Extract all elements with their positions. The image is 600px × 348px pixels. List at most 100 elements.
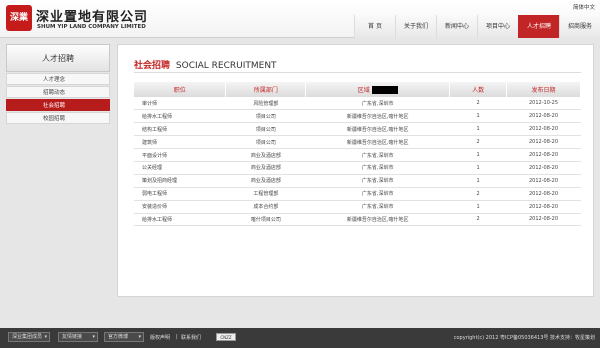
cell-count: 2 (449, 97, 507, 111)
cell-region: 广东省,深圳市 (305, 97, 450, 111)
cell-region: 新疆维吾尔自治区,喀什地区 (305, 213, 450, 227)
chevron-down-icon: ▾ (92, 334, 95, 340)
site-header: 深業 深业置地有限公司 SHUM YIP LAND COMPANY LIMITE… (0, 0, 600, 38)
chevron-down-icon: ▾ (44, 334, 47, 340)
col-header-region-label: 区域 (357, 86, 370, 94)
page-title-en: SOCIAL RECRUITMENT (175, 61, 277, 71)
site-footer: 深业集团成员 ▾ 友情链接 ▾ 官方微博 ▾ 版权声明 | 联系我们 CNZZ cop… (0, 328, 600, 348)
cell-dept: 商业及酒店部 (225, 174, 306, 188)
nav-careers[interactable]: 人才招聘 (518, 15, 559, 38)
sidebar-item-talent-philosophy[interactable]: 人才理念 (6, 73, 110, 85)
cell-date: 2012-08-20 (506, 213, 581, 227)
col-header-dept: 所属部门 (225, 82, 307, 97)
cell-count: 1 (449, 200, 507, 214)
nav-projects[interactable]: 项目中心 (477, 15, 518, 38)
cell-region: 新疆维吾尔自治区,喀什地区 (305, 135, 450, 150)
cell-date: 2012-08-20 (506, 122, 581, 137)
cell-count: 1 (449, 161, 507, 175)
cell-title[interactable]: 平面设计师 (134, 148, 226, 162)
table-row[interactable]: 结构工程师 项目公司 新疆维吾尔自治区,喀什地区 1 2012-08-20 (134, 122, 581, 137)
cell-count: 1 (449, 174, 507, 188)
table-row[interactable]: 弱电工程师 工程管理部 广东省,深圳市 2 2012-08-20 (134, 187, 581, 201)
cell-title[interactable]: 弱电工程师 (134, 187, 226, 201)
cell-dept: 工程管理部 (225, 187, 306, 201)
cell-date: 2012-08-20 (506, 148, 581, 162)
cell-date: 2012-08-20 (506, 187, 581, 201)
group-members-select[interactable]: 深业集团成员 ▾ (8, 332, 50, 342)
cell-count: 2 (449, 187, 507, 201)
table-row[interactable]: 公关经理 商业及酒店部 广东省,深圳市 1 2012-08-20 (134, 161, 581, 175)
table-row[interactable]: 给排水工程师 项目公司 新疆维吾尔自治区,喀什地区 1 2012-08-20 (134, 109, 581, 124)
official-weibo-select[interactable]: 官方微博 ▾ (104, 332, 144, 342)
table-row[interactable]: 策划及招商经理 商业及酒店部 广东省,深圳市 1 2012-08-20 (134, 174, 581, 188)
cell-dept: 项目公司 (225, 122, 306, 137)
cell-count: 1 (449, 109, 507, 124)
sidebar-item-social-recruitment[interactable]: 社会招聘 (6, 99, 110, 111)
nav-investment[interactable]: 招商服务 (559, 15, 600, 38)
table-row[interactable]: 建筑师 项目公司 新疆维吾尔自治区,喀什地区 2 2012-08-20 (134, 135, 581, 150)
cell-date: 2012-08-20 (506, 200, 581, 214)
footer-separator: | (176, 334, 178, 340)
official-weibo-select-label: 官方微博 (108, 334, 129, 340)
nav-home[interactable]: 首 页 (354, 15, 395, 38)
cell-count: 2 (449, 135, 507, 150)
col-header-count: 人数 (449, 82, 508, 97)
table-row[interactable]: 审计师 风险管理部 广东省,深圳市 2 2012-10-25 (134, 97, 581, 111)
main-content: 社会招聘 SOCIAL RECRUITMENT 职位 所属部门 区域 人数 发布… (117, 44, 594, 297)
disclaimer-link[interactable]: 版权声明 (150, 334, 170, 341)
cell-count: 2 (449, 213, 507, 227)
redaction-box (371, 86, 398, 95)
cell-region: 新疆维吾尔自治区,喀什地区 (305, 122, 450, 137)
sidebar-item-recruitment-news[interactable]: 招聘动态 (6, 86, 110, 98)
page-title: 社会招聘 SOCIAL RECRUITMENT (134, 58, 277, 71)
cell-count: 1 (449, 148, 507, 162)
cell-dept: 商业及酒店部 (225, 161, 306, 175)
cell-region: 广东省,深圳市 (305, 174, 450, 188)
cell-title[interactable]: 结构工程师 (134, 122, 226, 137)
company-name-cn: 深业置地有限公司 (36, 10, 149, 25)
cell-title[interactable]: 给排水工程师 (134, 109, 226, 124)
contact-link[interactable]: 联系我们 (181, 334, 201, 341)
col-header-date: 发布日期 (506, 82, 581, 97)
cell-dept: 喀什项目公司 (225, 213, 306, 227)
title-divider (134, 72, 581, 73)
language-link[interactable]: 简体中文 (573, 3, 595, 11)
company-logo[interactable]: 深業 (6, 5, 32, 31)
cell-region: 广东省,深圳市 (305, 161, 450, 175)
job-table: 职位 所属部门 区域 人数 发布日期 审计师 风险管理部 广东省,深圳市 2 2012-… (134, 82, 581, 227)
page-title-cn: 社会招聘 (134, 61, 171, 71)
cell-title[interactable]: 公关经理 (134, 161, 226, 175)
nav-news[interactable]: 新闻中心 (436, 15, 477, 38)
cnzz-stats-badge[interactable]: CNZZ (216, 333, 236, 341)
cell-title[interactable]: 建筑师 (134, 135, 226, 150)
sidebar-title: 人才招聘 (6, 44, 110, 72)
copyright-text: copyright(c) 2012 粤ICP备05036413号 技术支持：牧星… (453, 335, 595, 341)
cell-count: 1 (449, 122, 507, 137)
table-row[interactable]: 给排水工程师 喀什项目公司 新疆维吾尔自治区,喀什地区 2 2012-08-20 (134, 213, 581, 227)
cell-title[interactable]: 安装造价师 (134, 200, 226, 214)
cell-title[interactable]: 给排水工程师 (134, 213, 226, 227)
cell-dept: 项目公司 (225, 109, 306, 124)
nav-about[interactable]: 关于我们 (395, 15, 436, 38)
cell-date: 2012-08-20 (506, 174, 581, 188)
cell-date: 2012-08-20 (506, 109, 581, 124)
col-header-title: 职位 (134, 82, 227, 97)
sidebar-item-campus-recruitment[interactable]: 校园招聘 (6, 112, 110, 124)
cell-title[interactable]: 审计师 (134, 97, 226, 111)
cell-region: 广东省,深圳市 (305, 200, 450, 214)
cell-title[interactable]: 策划及招商经理 (134, 174, 226, 188)
main-nav: 首 页 关于我们 新闻中心 项目中心 人才招聘 招商服务 (354, 15, 600, 38)
col-header-region: 区域 (305, 82, 451, 97)
cell-dept: 项目公司 (225, 135, 306, 150)
friend-links-select[interactable]: 友情链接 ▾ (58, 332, 98, 342)
cell-region: 广东省,深圳市 (305, 148, 450, 162)
cell-date: 2012-10-25 (506, 97, 581, 111)
cell-date: 2012-08-20 (506, 161, 581, 175)
table-header-row: 职位 所属部门 区域 人数 发布日期 (134, 82, 581, 97)
table-row[interactable]: 平面设计师 商业及酒店部 广东省,深圳市 1 2012-08-20 (134, 148, 581, 162)
cell-date: 2012-08-20 (506, 135, 581, 150)
cell-dept: 商业及酒店部 (225, 148, 306, 162)
table-row[interactable]: 安装造价师 成本合约部 广东省,深圳市 1 2012-08-20 (134, 200, 581, 214)
group-members-select-label: 深业集团成员 (12, 334, 43, 340)
cell-dept: 风险管理部 (225, 97, 306, 111)
